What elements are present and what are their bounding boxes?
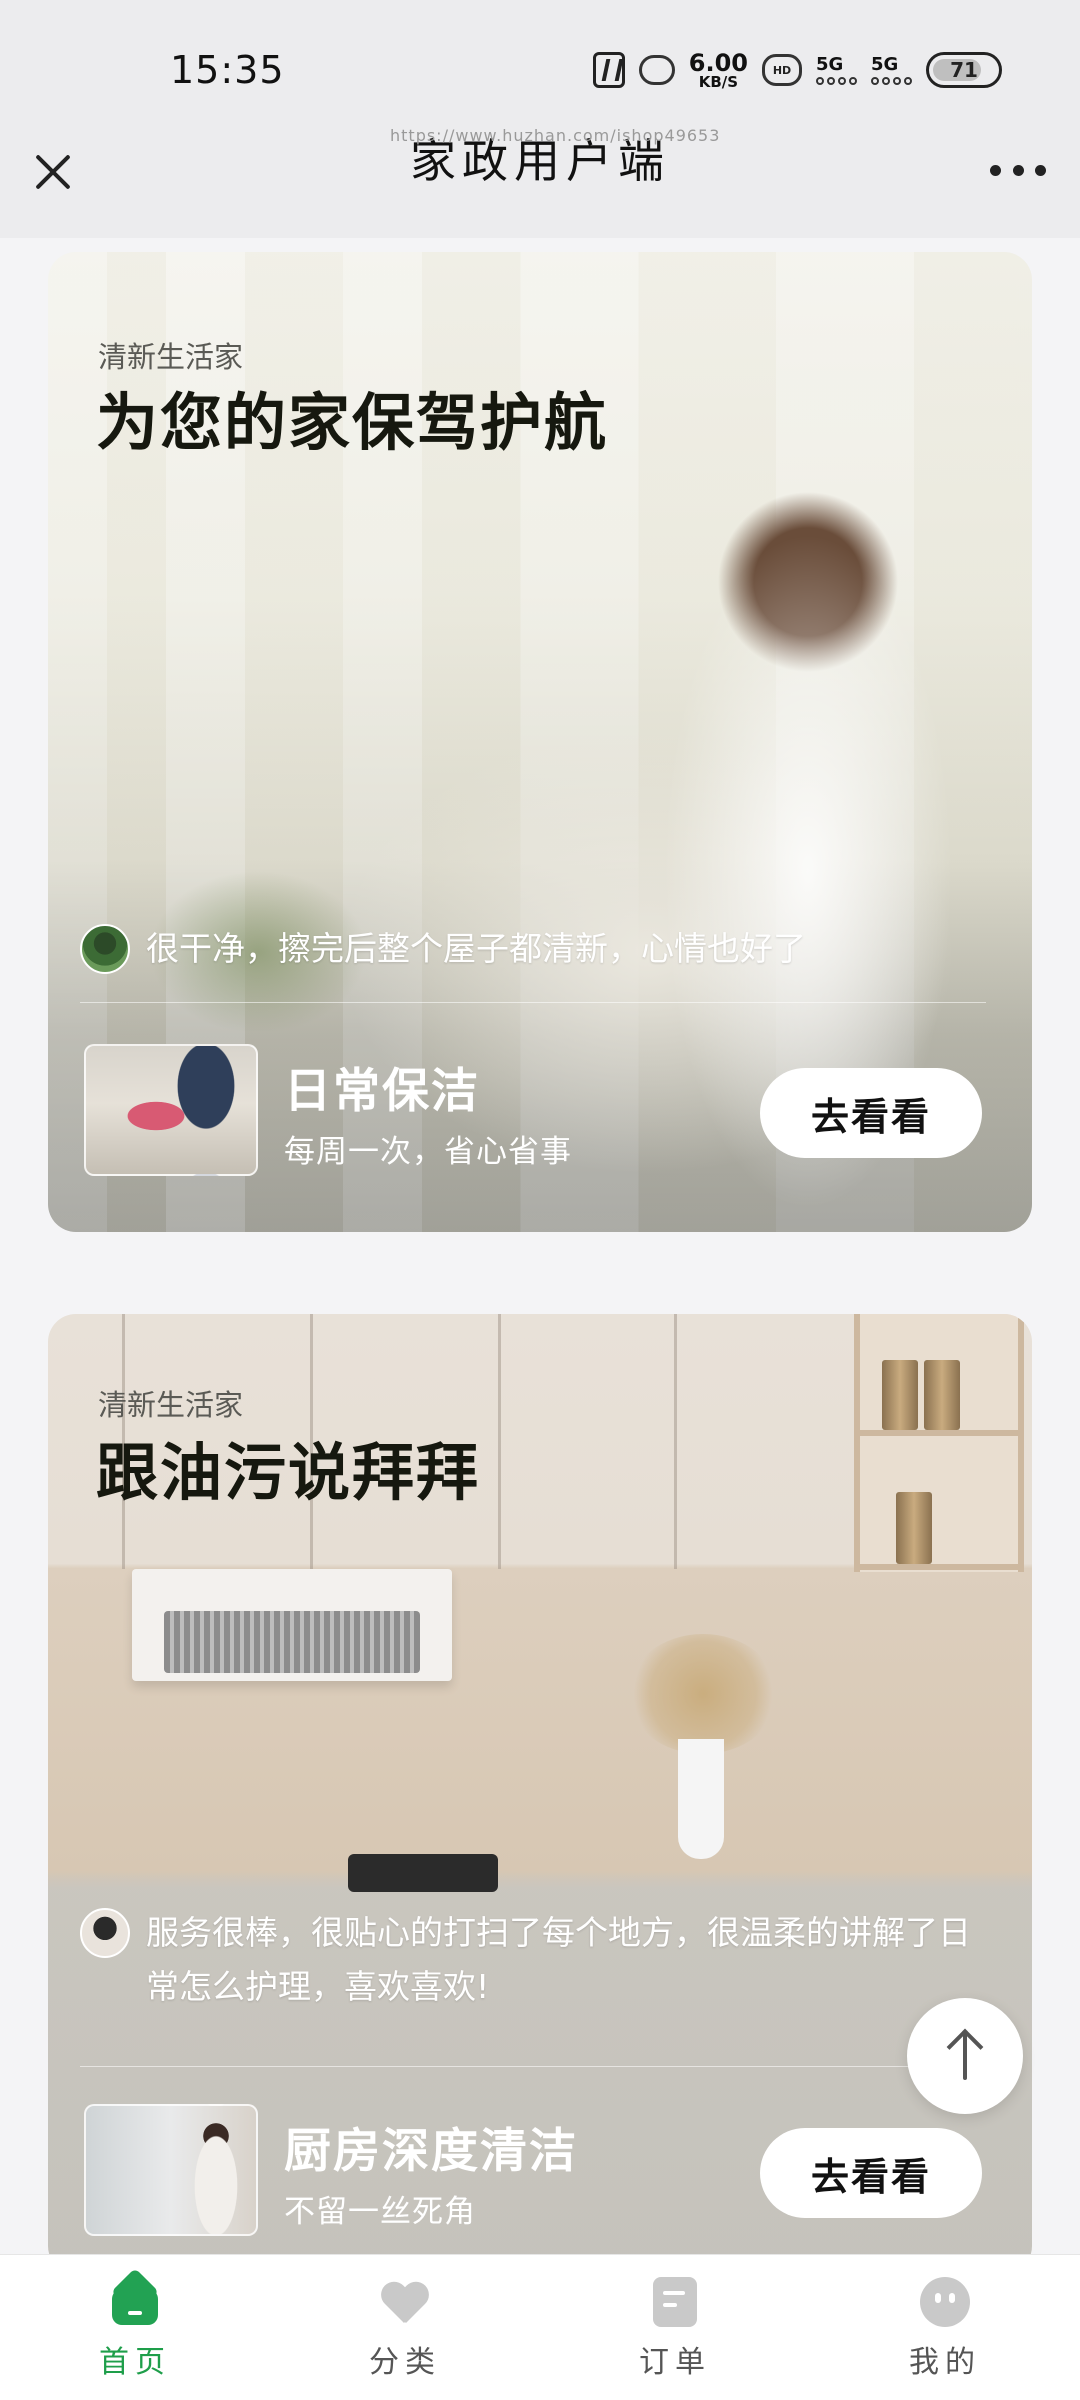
signal-label: 5G	[871, 53, 899, 75]
tab-home[interactable]: 首页	[0, 2255, 270, 2400]
kitchen-shelf	[854, 1314, 1024, 1572]
cabinet-divider	[674, 1314, 677, 1569]
avatar	[80, 924, 130, 974]
range-hood	[132, 1569, 452, 1681]
card-tag: 清新生活家	[98, 1388, 244, 1422]
service-description: 每周一次，省心省事	[284, 1134, 572, 1170]
decor-plant	[628, 1634, 778, 1754]
content-scroll[interactable]: 清新生活家 为您的家保驾护航 很干净，擦完后整个屋子都清新，心情也好了 日常保洁…	[0, 238, 1080, 2254]
more-icon[interactable]	[990, 162, 1046, 178]
service-name: 日常保洁	[284, 1064, 480, 1119]
nfc-icon	[592, 52, 625, 88]
tab-label: 订单	[639, 2345, 711, 2380]
tab-orders[interactable]: 订单	[540, 2255, 810, 2400]
card-tag: 清新生活家	[98, 340, 244, 374]
battery-level: 71	[950, 58, 978, 82]
signal-label: 5G	[816, 53, 844, 75]
status-icons: 6.00 KB/S HD 5G 5G 71	[592, 48, 1002, 92]
order-icon	[653, 2277, 697, 2327]
signal-icon: 5G	[871, 53, 912, 85]
divider	[80, 1002, 986, 1003]
stove	[348, 1854, 498, 1892]
decor-vase	[678, 1739, 724, 1859]
back-to-top-button[interactable]	[907, 1998, 1023, 2114]
notification-icon	[638, 55, 675, 85]
review: 服务很棒，很贴心的打扫了每个地方，很温柔的讲解了日常怎么护理，喜欢喜欢!	[80, 1908, 1002, 2014]
tab-label: 首页	[99, 2345, 171, 2380]
network-speed: 6.00 KB/S	[689, 51, 748, 90]
review: 很干净，擦完后整个屋子都清新，心情也好了	[80, 924, 1002, 976]
go-see-button[interactable]: 去看看	[760, 1068, 982, 1158]
review-text: 很干净，擦完后整个屋子都清新，心情也好了	[146, 929, 806, 968]
tab-label: 分类	[369, 2345, 441, 2380]
service-card-daily-cleaning[interactable]: 清新生活家 为您的家保驾护航 很干净，擦完后整个屋子都清新，心情也好了 日常保洁…	[48, 252, 1032, 1232]
network-speed-value: 6.00	[688, 48, 748, 77]
status-bar: 15:35 6.00 KB/S HD 5G 5G 71	[0, 0, 1080, 130]
network-speed-unit: KB/S	[698, 72, 739, 91]
go-see-button[interactable]: 去看看	[760, 2128, 982, 2218]
card-headline: 为您的家保驾护航	[96, 386, 609, 459]
tab-profile[interactable]: 我的	[810, 2255, 1080, 2400]
battery-icon: 71	[926, 52, 1002, 88]
status-time: 15:35	[170, 48, 285, 92]
tab-category[interactable]: 分类	[270, 2255, 540, 2400]
avatar	[80, 1908, 130, 1958]
signal-icon: 5G	[816, 53, 857, 85]
divider	[80, 2066, 986, 2067]
service-description: 不留一丝死角	[284, 2194, 476, 2230]
profile-icon	[920, 2277, 970, 2327]
heart-icon	[380, 2277, 430, 2327]
service-name: 厨房深度清洁	[284, 2124, 578, 2179]
hd-icon: HD	[762, 54, 802, 86]
tab-bar: 首页 分类 订单 我的	[0, 2254, 1080, 2400]
review-text: 服务很棒，很贴心的打扫了每个地方，很温柔的讲解了日常怎么护理，喜欢喜欢!	[146, 1913, 971, 2006]
tab-label: 我的	[909, 2345, 981, 2380]
nav-bar: 家政用户端 https://www.huzhan.com/ishop49653	[0, 126, 1080, 238]
home-icon	[110, 2277, 160, 2327]
service-card-kitchen-cleaning[interactable]: 清新生活家 跟油污说拜拜 服务很棒，很贴心的打扫了每个地方，很温柔的讲解了日常怎…	[48, 1314, 1032, 2254]
cabinet-divider	[498, 1314, 501, 1569]
page-url: https://www.huzhan.com/ishop49653	[390, 126, 721, 145]
card-headline: 跟油污说拜拜	[96, 1436, 481, 1509]
service-thumbnail	[84, 2104, 258, 2236]
service-thumbnail	[84, 1044, 258, 1176]
